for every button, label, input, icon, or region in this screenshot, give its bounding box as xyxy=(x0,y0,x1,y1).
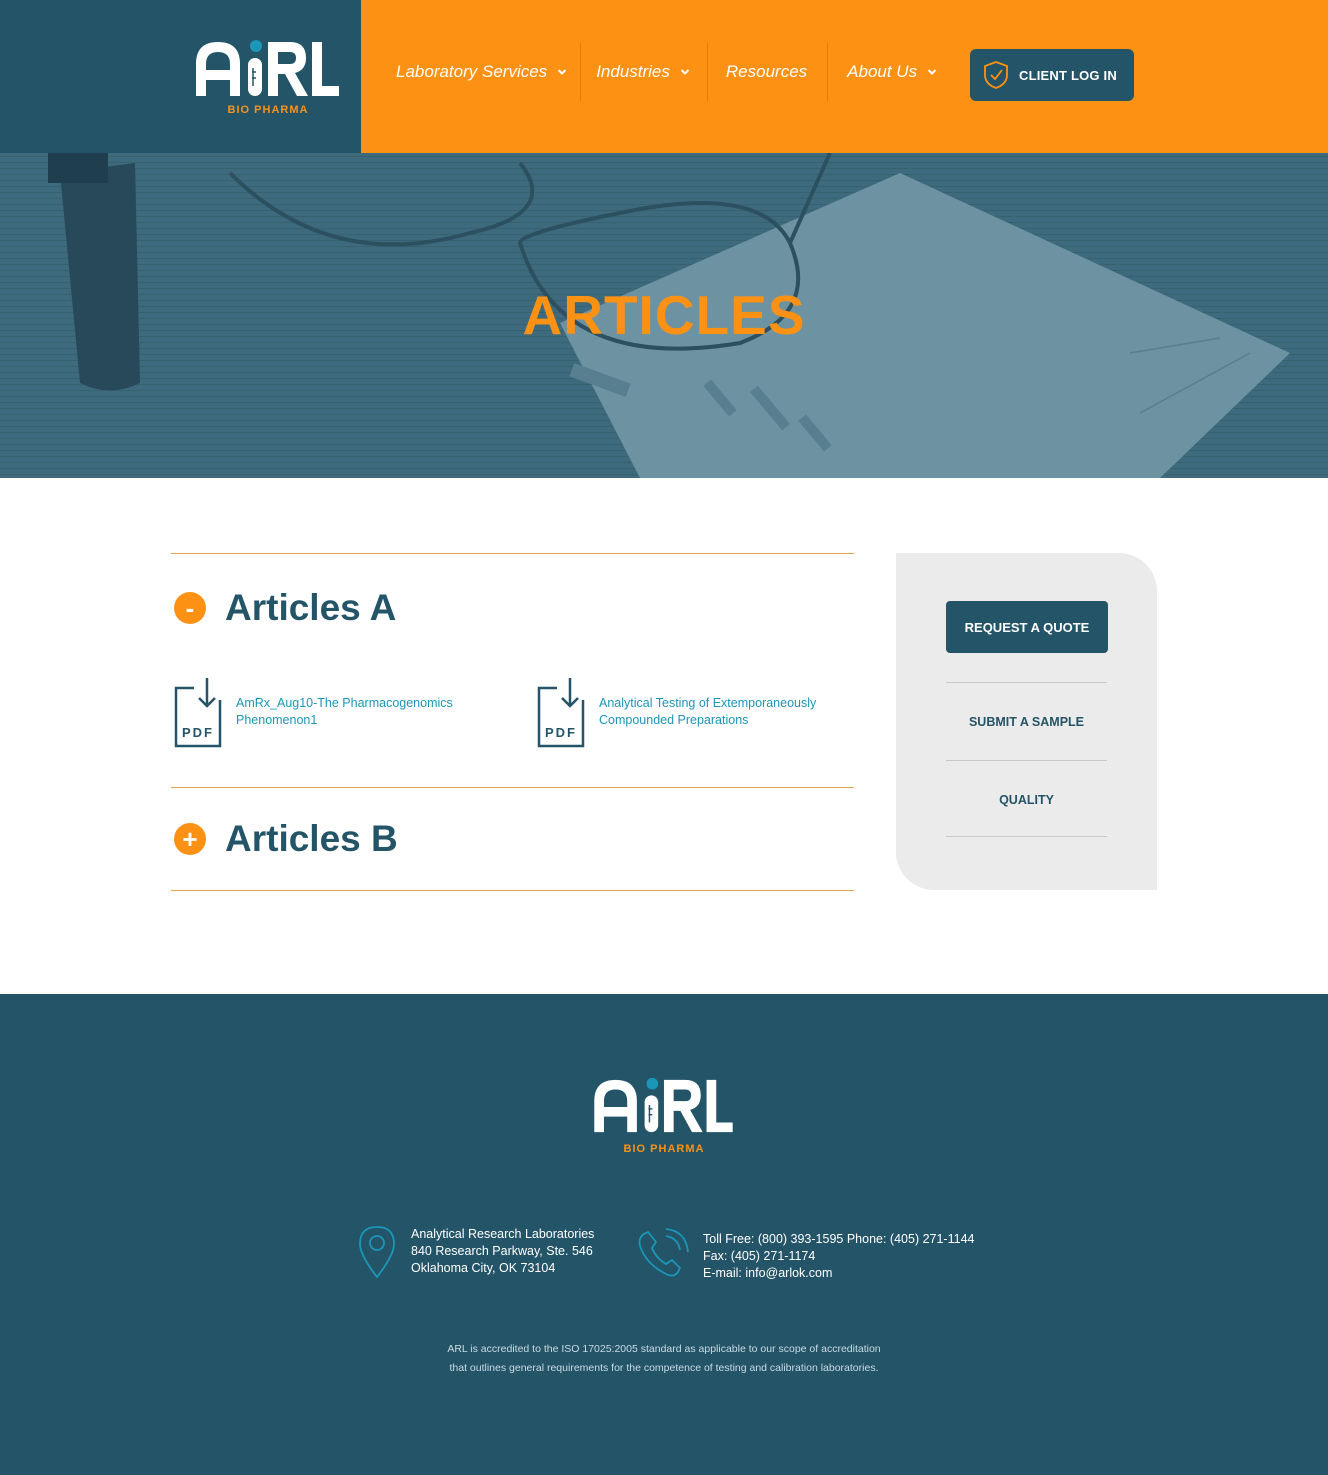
contact-email[interactable]: E-mail: info@arlok.com xyxy=(703,1265,974,1282)
contact-phone: Toll Free: (800) 393-1595 Phone: (405) 2… xyxy=(703,1232,975,1246)
login-label: CLIENT LOG IN xyxy=(1019,67,1117,83)
arl-logo-mark xyxy=(196,40,339,96)
sidebar-panel: REQUEST A QUOTE SUBMIT A SAMPLE QUALITY xyxy=(896,553,1157,890)
address-line: Oklahoma City, OK 73104 xyxy=(411,1261,556,1275)
chevron-down-icon xyxy=(927,69,937,75)
site-logo[interactable]: BIO PHARMA xyxy=(194,38,342,116)
footer-logo[interactable]: BIO PHARMA xyxy=(586,1076,742,1155)
address-line: Analytical Research Laboratories xyxy=(411,1227,595,1241)
address-line: 840 Research Parkway, Ste. 546 xyxy=(411,1244,593,1258)
page-title: ARTICLES xyxy=(522,284,806,346)
quality-link[interactable]: QUALITY xyxy=(946,793,1107,807)
articles-accordion: - Articles A PDF AmRx_Aug10-The Pharmaco… xyxy=(171,553,854,891)
nav-label: Industries xyxy=(596,62,670,81)
accordion-header-articles-b[interactable]: + Articles B xyxy=(171,788,854,890)
submit-sample-link[interactable]: SUBMIT A SAMPLE xyxy=(946,715,1107,729)
pdf-download-icon: PDF xyxy=(174,678,222,748)
pdf-download-link[interactable]: PDF AmRx_Aug10-The Pharmacogenomics Phen… xyxy=(174,678,476,748)
nav-about-us[interactable]: About Us xyxy=(828,42,952,102)
footer-address: Analytical Research Laboratories 840 Res… xyxy=(358,1226,594,1279)
request-quote-button[interactable]: REQUEST A QUOTE xyxy=(946,601,1108,653)
pdf-title: Analytical Testing of Extemporaneously C… xyxy=(599,696,817,727)
expand-icon[interactable]: + xyxy=(174,823,206,855)
phone-icon xyxy=(638,1228,689,1277)
nav-resources[interactable]: Resources xyxy=(708,42,827,102)
chevron-down-icon xyxy=(680,69,690,75)
accreditation-note: ARL is accredited to the ISO 17025:2005 … xyxy=(0,1340,1328,1378)
note-line: that outlines general requirements for t… xyxy=(449,1362,879,1374)
pdf-download-icon: PDF xyxy=(537,678,585,748)
site-header: BIO PHARMA Laboratory Services Industrie… xyxy=(0,0,1328,153)
note-line: ARL is accredited to the ISO 17025:2005 … xyxy=(447,1343,881,1355)
chevron-down-icon xyxy=(557,69,567,75)
accordion-header-articles-a[interactable]: - Articles A xyxy=(171,554,854,662)
client-login-button[interactable]: CLIENT LOG IN xyxy=(970,49,1134,101)
arl-logo-mark xyxy=(594,1077,733,1133)
contact-fax: Fax: (405) 271-1174 xyxy=(703,1249,816,1263)
nav-label: Resources xyxy=(725,62,808,81)
divider xyxy=(171,890,854,891)
footer-contact: Toll Free: (800) 393-1595 Phone: (405) 2… xyxy=(636,1228,974,1282)
nav-laboratory-services[interactable]: Laboratory Services xyxy=(382,42,580,102)
logo-tagline: BIO PHARMA xyxy=(623,1143,705,1155)
nav-label: About Us xyxy=(847,62,918,81)
svg-text:PDF: PDF xyxy=(182,725,214,740)
pdf-download-link[interactable]: PDF Analytical Testing of Extemporaneous… xyxy=(537,678,839,748)
section-title: Articles A xyxy=(225,587,397,628)
collapse-icon[interactable]: - xyxy=(174,592,206,624)
nav-industries[interactable]: Industries xyxy=(581,42,707,102)
accordion-body-articles-a: PDF AmRx_Aug10-The Pharmacogenomics Phen… xyxy=(171,662,854,787)
pdf-title: AmRx_Aug10-The Pharmacogenomics Phenomen… xyxy=(236,696,453,727)
logo-tagline: BIO PHARMA xyxy=(227,104,309,116)
map-pin-icon xyxy=(359,1226,395,1279)
logo-block: BIO PHARMA xyxy=(0,0,361,153)
section-title: Articles B xyxy=(225,818,398,859)
main-nav: Laboratory Services Industries Resources… xyxy=(382,42,952,102)
nav-label: Laboratory Services xyxy=(396,62,548,81)
shield-check-icon xyxy=(984,61,1008,89)
divider xyxy=(946,760,1107,761)
hero-banner: ARTICLES xyxy=(0,153,1328,478)
site-footer: BIO PHARMA Analytical Research Laborator… xyxy=(0,994,1328,1475)
svg-text:PDF: PDF xyxy=(545,725,577,740)
divider xyxy=(946,682,1107,683)
divider xyxy=(946,836,1107,837)
